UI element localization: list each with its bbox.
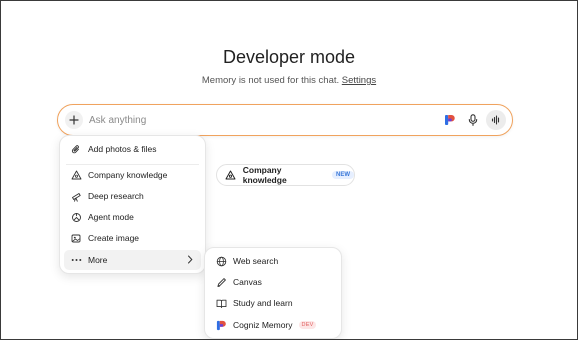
menu-item-create-image[interactable]: Create image xyxy=(64,228,201,248)
paperclip-icon xyxy=(70,143,82,155)
memory-notice-text: Memory is not used for this chat. xyxy=(201,75,340,86)
chip-label: Company knowledge xyxy=(242,165,287,185)
menu-item-label: Create image xyxy=(88,233,140,243)
menu-item-add-photos-files[interactable]: Add photos & files xyxy=(64,139,201,159)
cogniz-logo-icon xyxy=(444,114,456,126)
submenu-item-label: Canvas xyxy=(233,277,262,287)
menu-item-more[interactable]: More xyxy=(64,250,201,270)
attach-menu: Add photos & files Company knowledge Dee… xyxy=(59,135,206,274)
plus-icon xyxy=(69,115,79,125)
menu-item-label: Agent mode xyxy=(88,212,134,222)
voice-mode-button[interactable] xyxy=(486,110,506,130)
submenu-item-label: Web search xyxy=(233,256,279,266)
new-badge: NEW xyxy=(332,171,354,179)
menu-item-label: Add photos & files xyxy=(88,144,157,154)
cogniz-button[interactable] xyxy=(443,113,457,127)
chat-composer xyxy=(57,104,513,136)
ellipsis-icon xyxy=(70,254,82,266)
dictate-button[interactable] xyxy=(466,113,480,127)
submenu-item-canvas[interactable]: Canvas xyxy=(209,272,337,292)
submenu-item-cogniz-memory[interactable]: Cogniz Memory DEV xyxy=(209,315,337,335)
menu-item-label: Company knowledge xyxy=(88,170,168,180)
page-title: Developer mode xyxy=(222,47,356,67)
voice-waveform-icon xyxy=(491,115,501,125)
book-icon xyxy=(215,297,227,309)
submenu-item-study-and-learn[interactable]: Study and learn xyxy=(209,293,337,313)
menu-item-company-knowledge[interactable]: Company knowledge xyxy=(64,165,201,185)
ask-input[interactable] xyxy=(89,112,429,128)
submenu-item-label: Cogniz Memory xyxy=(233,320,293,330)
plus-button[interactable] xyxy=(65,111,83,129)
company-knowledge-chip[interactable]: Company knowledge NEW xyxy=(216,164,355,186)
agent-icon xyxy=(70,211,82,223)
menu-item-label: Deep research xyxy=(88,191,144,201)
canvas-pen-icon xyxy=(215,276,227,288)
cogniz-logo-icon xyxy=(215,319,227,331)
more-submenu: Web search Canvas Study and learn Cogniz… xyxy=(204,247,342,339)
dev-badge: DEV xyxy=(298,321,317,329)
globe-icon xyxy=(215,255,227,267)
submenu-item-label: Study and learn xyxy=(233,298,293,308)
telescope-icon xyxy=(70,190,82,202)
company-knowledge-icon xyxy=(225,169,237,181)
menu-item-agent-mode[interactable]: Agent mode xyxy=(64,207,201,227)
memory-notice: Memory is not used for this chat. Settin… xyxy=(0,75,578,86)
menu-item-deep-research[interactable]: Deep research xyxy=(64,186,201,206)
submenu-item-web-search[interactable]: Web search xyxy=(209,251,337,271)
settings-link[interactable]: Settings xyxy=(342,75,376,86)
company-knowledge-icon xyxy=(70,169,82,181)
image-icon xyxy=(70,232,82,244)
microphone-icon xyxy=(468,114,478,126)
chevron-right-icon xyxy=(187,255,193,264)
menu-item-label: More xyxy=(88,255,108,265)
